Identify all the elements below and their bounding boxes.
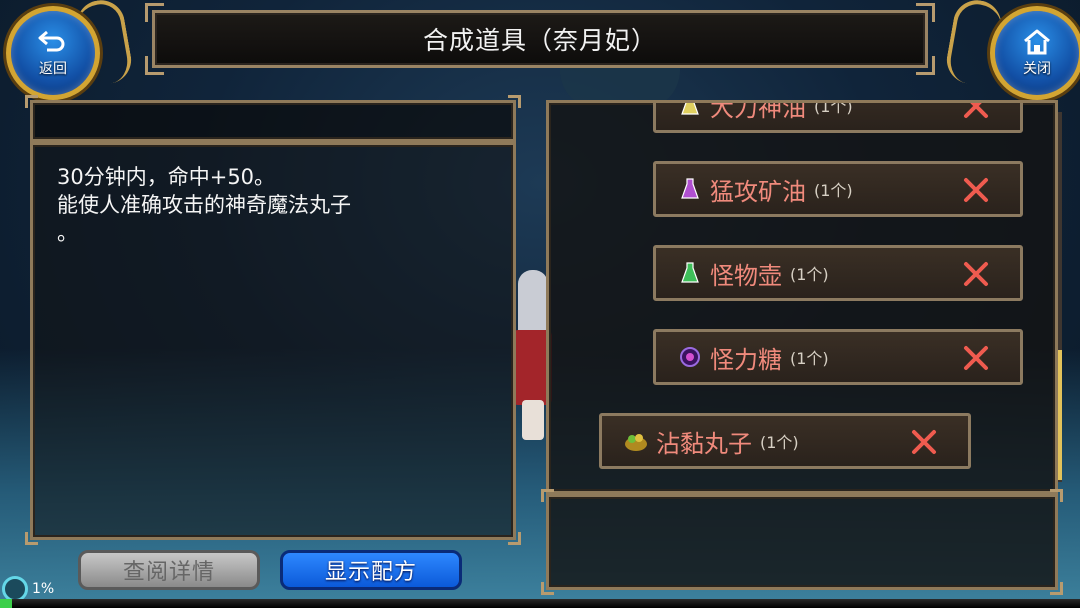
item-name: 大力神油 xyxy=(710,100,806,122)
show-recipe-button[interactable]: 显示配方 xyxy=(280,550,462,590)
back-button[interactable]: 返回 xyxy=(6,6,100,100)
item-count: (1个) xyxy=(814,181,853,200)
purple-orb-icon xyxy=(678,345,702,369)
recipe-result-panel xyxy=(541,489,1063,595)
item-name: 猛攻矿油 xyxy=(710,177,806,206)
item-count: (1个) xyxy=(760,433,799,452)
item-count: (1个) xyxy=(790,265,829,284)
item-name: 沾黏丸子 xyxy=(656,429,752,458)
dumpling-icon xyxy=(624,429,648,453)
remove-icon[interactable] xyxy=(962,100,990,120)
item-count: (1个) xyxy=(814,100,853,116)
list-item[interactable]: 怪力糖 (1个) xyxy=(653,329,1023,385)
item-description: 30分钟内，命中+50。 能使人准确攻击的神奇魔法丸子 。 xyxy=(57,165,351,245)
title-bar: 合成道具（奈月妃） xyxy=(145,3,935,75)
purple-potion-icon xyxy=(678,177,702,201)
ingredient-list: 大力神油 (1个) 猛攻矿油 (1个) 怪物壶 (1个) 怪力糖 (1个) 沾黏… xyxy=(549,103,1055,491)
list-item-selected[interactable]: 沾黏丸子 (1个) xyxy=(599,413,971,469)
back-button-label: 返回 xyxy=(39,61,67,77)
close-button-label: 关闭 xyxy=(1023,61,1051,77)
list-item[interactable]: 怪物壶 (1个) xyxy=(653,245,1023,301)
remove-icon[interactable] xyxy=(962,344,990,372)
yellow-potion-icon xyxy=(678,103,702,117)
list-item[interactable]: 猛攻矿油 (1个) xyxy=(653,161,1023,217)
home-icon xyxy=(1024,29,1050,55)
view-detail-button[interactable]: 查阅详情 xyxy=(78,550,260,590)
experience-bar xyxy=(0,599,1080,608)
description-panel: 30分钟内，命中+50。 能使人准确攻击的神奇魔法丸子 。 xyxy=(25,142,521,545)
remove-icon[interactable] xyxy=(962,176,990,204)
ingredient-list-panel[interactable]: 大力神油 (1个) 猛攻矿油 (1个) 怪物壶 (1个) 怪力糖 (1个) 沾黏… xyxy=(546,100,1058,494)
item-name: 怪物壶 xyxy=(710,261,782,290)
list-scrollbar-thumb[interactable] xyxy=(1058,350,1062,480)
item-count: (1个) xyxy=(790,349,829,368)
remove-icon[interactable] xyxy=(910,428,938,456)
item-header-panel xyxy=(25,95,521,142)
list-item[interactable]: 大力神油 (1个) xyxy=(653,100,1023,133)
close-button[interactable]: 关闭 xyxy=(990,6,1080,100)
remove-icon[interactable] xyxy=(962,260,990,288)
green-potion-icon xyxy=(678,261,702,285)
item-name: 怪力糖 xyxy=(710,345,782,374)
page-title: 合成道具（奈月妃） xyxy=(422,26,657,55)
return-arrow-icon xyxy=(38,30,65,52)
experience-percent: 1% xyxy=(32,581,55,597)
